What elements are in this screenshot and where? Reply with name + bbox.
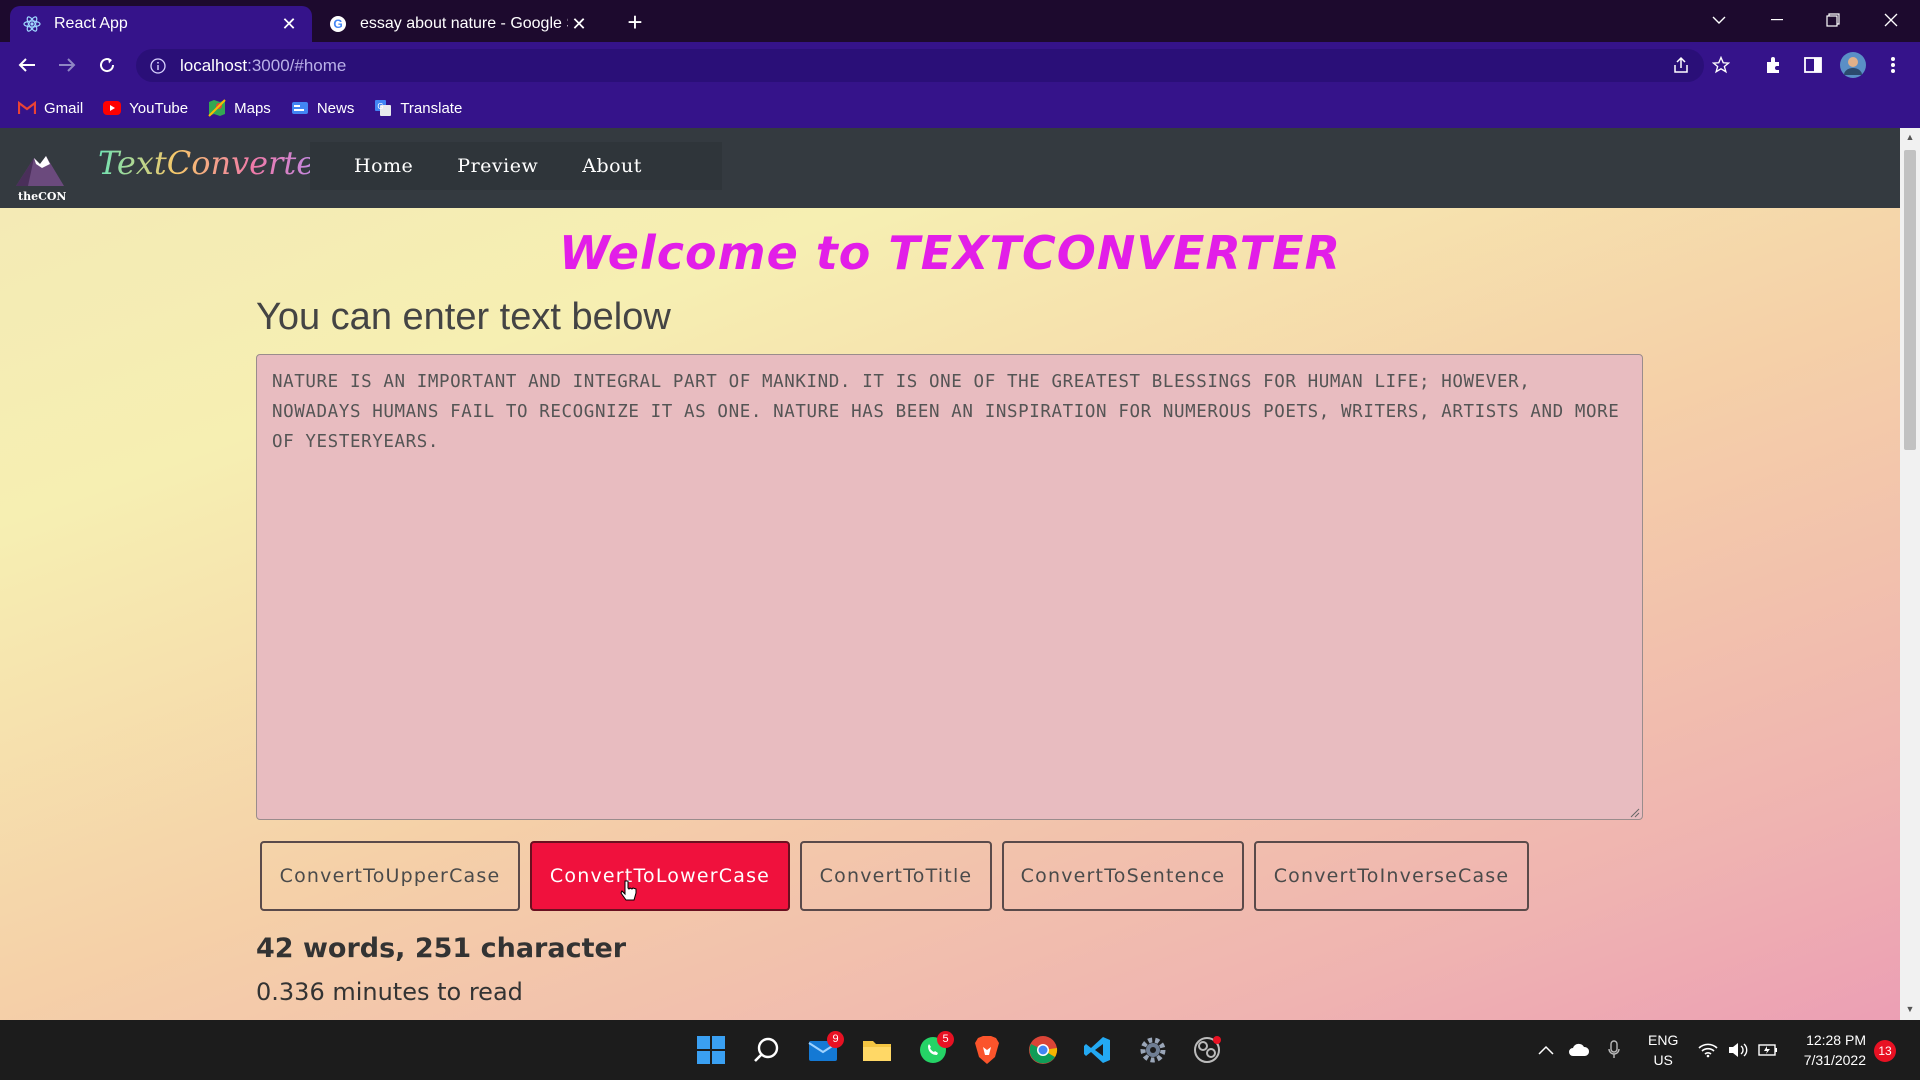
info-icon[interactable]	[150, 57, 166, 74]
subtitle: You can enter text below	[256, 296, 671, 338]
tab-title: essay about nature - Google Sear	[360, 15, 568, 32]
windows-taskbar: 9 5 ENG US 12:28 PM 7/31/2022 13	[0, 1020, 1920, 1080]
react-icon	[22, 14, 42, 34]
forward-button[interactable]	[52, 50, 82, 80]
convert-inverse-case-button[interactable]: ConvertToInverseCase	[1254, 841, 1529, 911]
extensions-icon[interactable]	[1758, 50, 1788, 80]
file-explorer-icon[interactable]	[856, 1029, 898, 1071]
system-clock[interactable]: 12:28 PM 7/31/2022	[1796, 1030, 1866, 1070]
news-icon	[291, 99, 309, 117]
clock-time: 12:28 PM	[1806, 1032, 1866, 1048]
bookmark-gmail[interactable]: Gmail	[18, 99, 83, 117]
vscode-icon[interactable]	[1076, 1029, 1118, 1071]
browser-titlebar: React App ✕ G essay about nature - Googl…	[0, 0, 1920, 42]
scroll-up-icon[interactable]: ▲	[1904, 132, 1916, 144]
battery-icon[interactable]	[1758, 1020, 1778, 1080]
share-icon[interactable]	[1666, 50, 1696, 80]
whatsapp-badge: 5	[937, 1031, 954, 1048]
microphone-icon[interactable]	[1608, 1020, 1620, 1080]
google-icon: G	[328, 14, 348, 34]
clock-date: 7/31/2022	[1803, 1052, 1866, 1068]
settings-gear-icon[interactable]	[1132, 1029, 1174, 1071]
convert-uppercase-button[interactable]: ConvertToUpperCase	[260, 841, 520, 911]
bookmark-star-icon[interactable]	[1706, 50, 1736, 80]
translate-icon: G	[374, 99, 392, 117]
close-window-button[interactable]	[1866, 0, 1916, 40]
bookmark-news[interactable]: News	[291, 99, 354, 117]
restore-button[interactable]	[1808, 0, 1858, 40]
bookmark-translate[interactable]: G Translate	[374, 99, 462, 117]
menu-kebab-icon[interactable]	[1878, 50, 1908, 80]
menu-item-preview[interactable]: Preview	[457, 155, 538, 177]
read-time: 0.336 minutes to read	[256, 978, 523, 1006]
language-indicator[interactable]: ENG US	[1648, 1030, 1678, 1070]
obs-icon[interactable]	[1186, 1029, 1228, 1071]
convert-buttons: ConvertToUpperCase ConvertToLowerCase Co…	[260, 841, 1539, 911]
mail-badge: 9	[827, 1031, 844, 1048]
mouse-cursor-icon	[620, 880, 637, 901]
close-icon[interactable]: ✕	[568, 13, 590, 35]
bookmark-youtube[interactable]: YouTube	[103, 99, 188, 117]
svg-text:G: G	[333, 17, 342, 31]
text-input[interactable]: NATURE IS AN IMPORTANT AND INTEGRAL PART…	[256, 354, 1643, 820]
profile-avatar[interactable]	[1838, 50, 1868, 80]
app-navbar: theCON TextConverter Home Preview About	[0, 128, 1900, 208]
word-char-count: 42 words, 251 character	[256, 933, 627, 964]
reload-button[interactable]	[92, 50, 122, 80]
back-button[interactable]	[12, 50, 42, 80]
logo-text: theCON	[18, 190, 67, 203]
new-tab-button[interactable]: +	[620, 8, 650, 38]
resize-grip-icon[interactable]	[1630, 808, 1640, 818]
convert-sentence-button[interactable]: ConvertToSentence	[1002, 841, 1244, 911]
menu-item-home[interactable]: Home	[354, 155, 413, 177]
app-menu: Home Preview About	[310, 142, 722, 190]
minimize-button[interactable]	[1752, 0, 1802, 40]
page-scrollbar[interactable]: ▲ ▼	[1900, 128, 1920, 1020]
convert-title-button[interactable]: ConvertToTitle	[800, 841, 992, 911]
youtube-icon	[103, 99, 122, 117]
side-panel-icon[interactable]	[1798, 50, 1828, 80]
scroll-down-icon[interactable]: ▼	[1904, 1004, 1916, 1016]
bookmarks-bar: Gmail YouTube Maps News G Translate	[0, 88, 1920, 128]
chrome-icon[interactable]	[1022, 1029, 1064, 1071]
tab-title: React App	[54, 15, 128, 32]
tab-react-app[interactable]: React App ✕	[10, 6, 312, 42]
welcome-heading: Welcome to TEXTCONVERTER	[559, 226, 1341, 280]
browser-toolbar: localhost:3000/#home	[0, 42, 1920, 88]
convert-lowercase-button[interactable]: ConvertToLowerCase	[530, 841, 790, 911]
volume-icon[interactable]	[1728, 1020, 1748, 1080]
brand-title[interactable]: TextConverter	[98, 144, 330, 182]
menu-item-about[interactable]: About	[582, 155, 642, 177]
url-text: localhost:3000/#home	[180, 55, 347, 75]
bookmark-maps[interactable]: Maps	[208, 99, 271, 117]
notification-badge[interactable]: 13	[1874, 1040, 1896, 1062]
onedrive-icon[interactable]	[1568, 1020, 1590, 1080]
mail-icon[interactable]: 9	[802, 1029, 844, 1071]
search-icon[interactable]	[746, 1029, 788, 1071]
show-hidden-icons[interactable]	[1538, 1020, 1554, 1080]
address-bar[interactable]: localhost:3000/#home	[136, 49, 1704, 82]
scrollbar-thumb[interactable]	[1904, 150, 1916, 450]
svg-text:G: G	[378, 102, 384, 111]
tab-google-search[interactable]: G essay about nature - Google Sear ✕	[316, 6, 602, 42]
whatsapp-icon[interactable]: 5	[912, 1029, 954, 1071]
page-content: theCON TextConverter Home Preview About …	[0, 128, 1900, 1020]
brave-browser-icon[interactable]	[966, 1029, 1008, 1071]
maps-icon	[208, 99, 226, 117]
windows-start-icon[interactable]	[690, 1029, 732, 1071]
wifi-icon[interactable]	[1698, 1020, 1718, 1080]
gmail-icon	[18, 99, 36, 117]
tab-search-icon[interactable]	[1694, 0, 1744, 40]
close-icon[interactable]: ✕	[278, 13, 300, 35]
